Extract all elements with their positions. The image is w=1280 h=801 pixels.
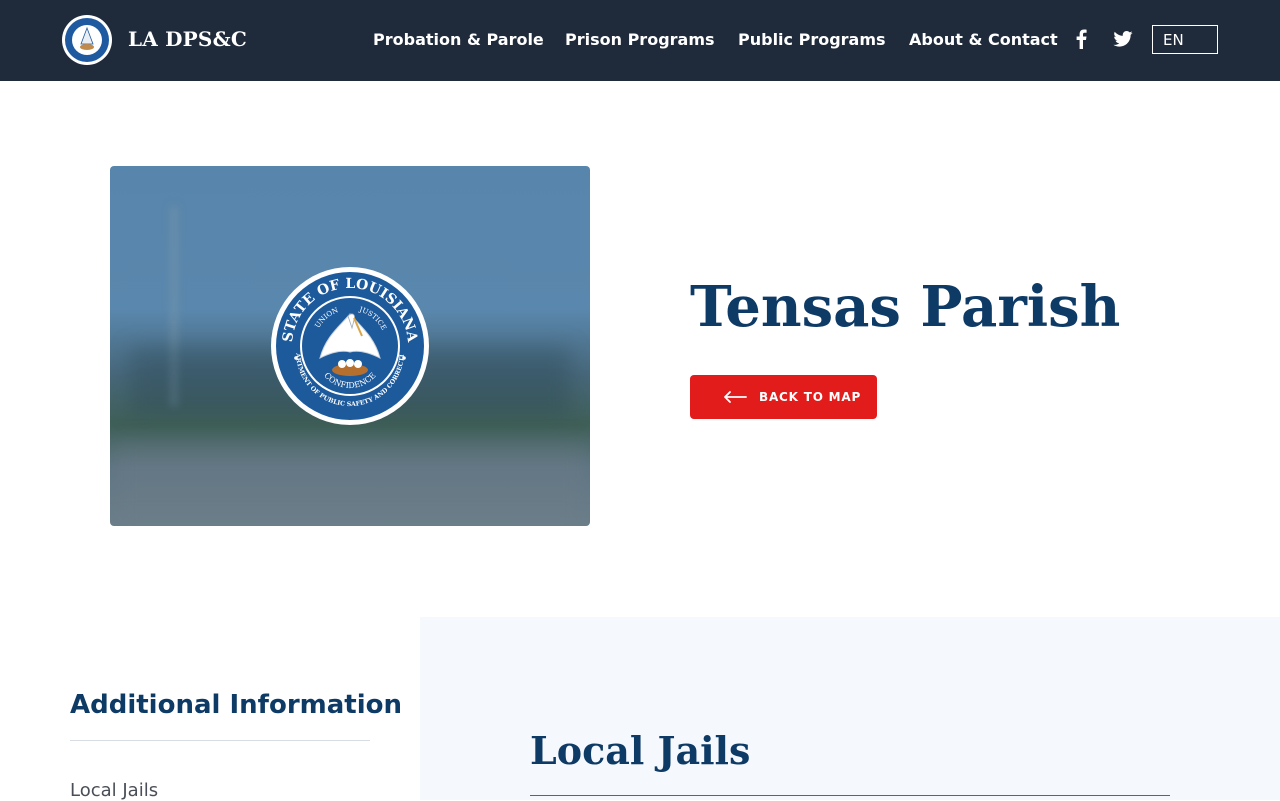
hero-image: STATE OF LOUISIANA DEPARTMENT OF PUBLIC …: [110, 166, 590, 526]
twitter-icon[interactable]: [1112, 27, 1134, 51]
sidebar-link-local-jails[interactable]: Local Jails: [70, 780, 158, 801]
back-to-map-label: BACK TO MAP: [759, 390, 862, 404]
page-title: Tensas Parish: [690, 274, 1121, 340]
seal-logo-icon: [62, 15, 112, 65]
nav-probation-parole[interactable]: Probation & Parole: [373, 30, 544, 49]
nav-public-programs[interactable]: Public Programs: [738, 30, 886, 49]
sidebar-title: Additional Information: [70, 690, 403, 720]
nav-about-contact[interactable]: About & Contact: [909, 30, 1058, 49]
nav-prison-programs[interactable]: Prison Programs: [565, 30, 715, 49]
language-selector[interactable]: EN: [1152, 25, 1218, 54]
home-logo-link[interactable]: [61, 14, 113, 66]
section-divider: [530, 795, 1170, 796]
facebook-icon[interactable]: [1070, 27, 1092, 51]
site-brand[interactable]: LA DPS&C: [128, 27, 247, 51]
back-to-map-button[interactable]: BACK TO MAP: [690, 375, 877, 419]
top-navbar: LA DPS&C Probation & Parole Prison Progr…: [0, 0, 1280, 81]
louisiana-dpsc-seal: STATE OF LOUISIANA DEPARTMENT OF PUBLIC …: [270, 266, 429, 425]
section-title-local-jails: Local Jails: [530, 728, 751, 773]
arrow-left-icon: [724, 391, 747, 403]
sidebar-divider: [70, 740, 370, 741]
